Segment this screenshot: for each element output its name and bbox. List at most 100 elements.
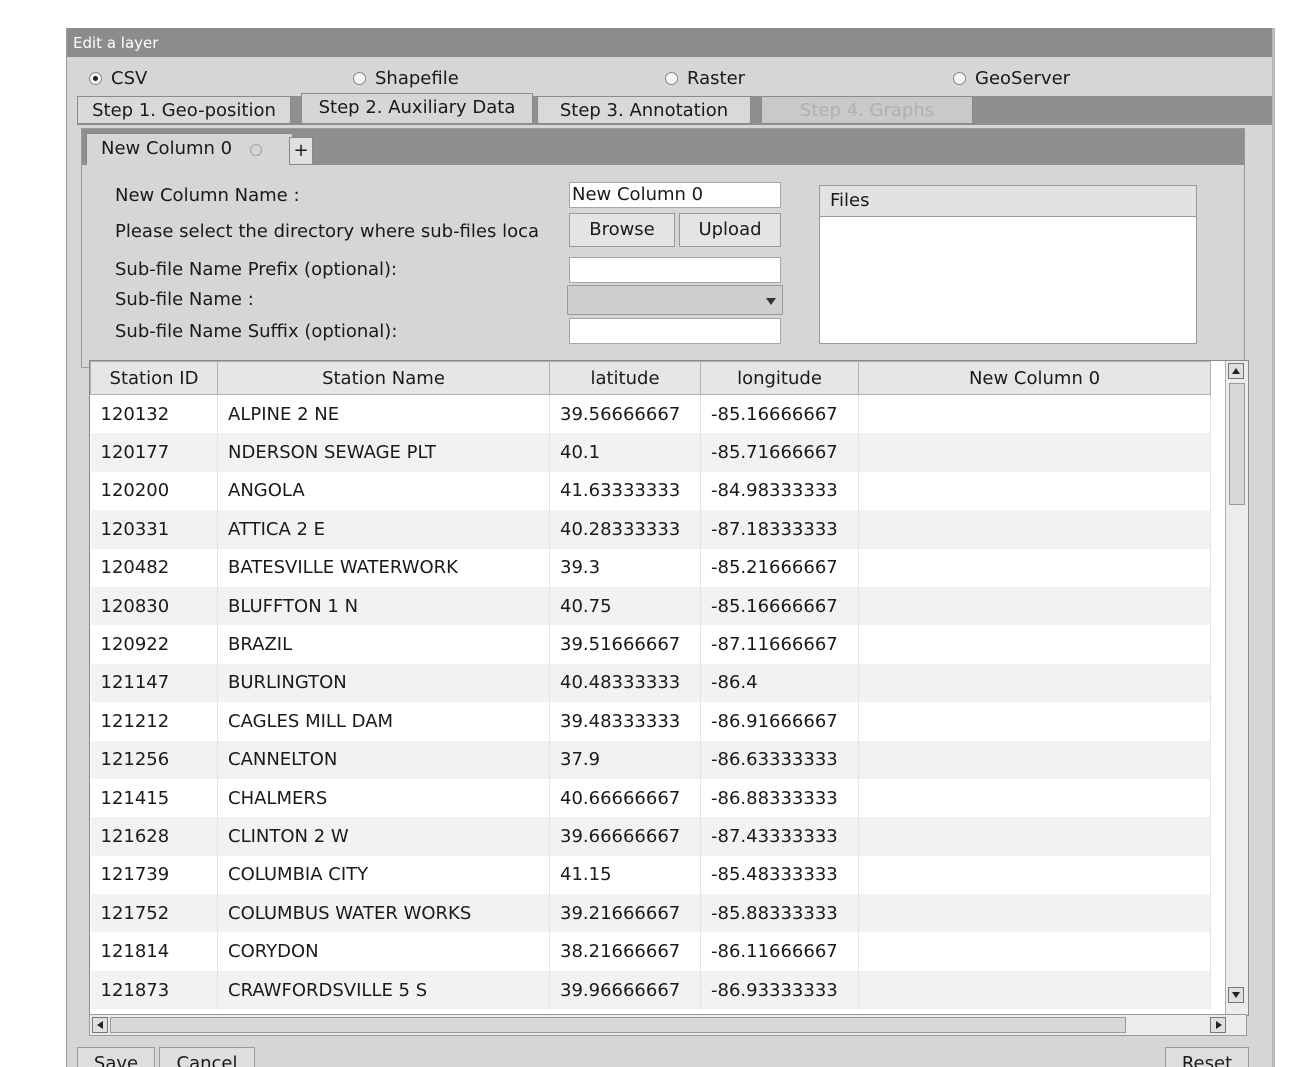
table-cell[interactable]: [858, 433, 1211, 472]
table-cell[interactable]: CAGLES MILL DAM: [217, 702, 550, 741]
table-cell[interactable]: -86.93333333: [700, 970, 859, 1010]
table-cell[interactable]: -86.63333333: [700, 740, 859, 779]
table-cell[interactable]: [858, 932, 1211, 971]
table-cell[interactable]: 121256: [90, 740, 218, 779]
table-cell[interactable]: [858, 970, 1211, 1010]
table-cell[interactable]: -87.18333333: [700, 510, 859, 549]
table-cell[interactable]: -85.21666667: [700, 548, 859, 587]
radio-csv[interactable]: CSV: [89, 68, 147, 89]
table-cell[interactable]: 120482: [90, 548, 218, 587]
table-cell[interactable]: 39.51666667: [549, 625, 701, 664]
column-header[interactable]: longitude: [700, 361, 859, 395]
table-row[interactable]: 120922 BRAZIL 39.51666667 -87.11666667: [90, 625, 1211, 664]
table-cell[interactable]: [858, 663, 1211, 703]
radio-raster[interactable]: Raster: [665, 68, 745, 89]
scroll-up-button[interactable]: [1228, 363, 1244, 379]
table-cell[interactable]: 40.66666667: [549, 778, 701, 818]
tab-step-1[interactable]: Step 1. Geo-position: [77, 96, 291, 124]
table-cell[interactable]: -86.11666667: [700, 932, 859, 971]
table-cell[interactable]: 121147: [90, 663, 218, 703]
table-cell[interactable]: COLUMBIA CITY: [217, 855, 550, 895]
radio-shapefile[interactable]: Shapefile: [353, 68, 459, 89]
table-cell[interactable]: CLINTON 2 W: [217, 817, 550, 856]
table-row[interactable]: 120200 ANGOLA 41.63333333 -84.98333333: [90, 471, 1211, 511]
horizontal-scroll-thumb[interactable]: [110, 1017, 1126, 1033]
table-cell[interactable]: -85.71666667: [700, 433, 859, 472]
table-cell[interactable]: [858, 855, 1211, 895]
table-cell[interactable]: 120331: [90, 510, 218, 549]
scroll-left-button[interactable]: [92, 1017, 108, 1033]
table-cell[interactable]: 40.1: [549, 433, 701, 472]
column-header[interactable]: latitude: [549, 361, 701, 395]
table-row[interactable]: 120830 BLUFFTON 1 N 40.75 -85.16666667: [90, 586, 1211, 626]
table-cell[interactable]: 121739: [90, 855, 218, 895]
table-cell[interactable]: [858, 702, 1211, 741]
table-cell[interactable]: [858, 740, 1211, 779]
table-cell[interactable]: 39.48333333: [549, 702, 701, 741]
table-cell[interactable]: 39.21666667: [549, 894, 701, 933]
files-list[interactable]: Files: [819, 185, 1197, 344]
tab-step-3[interactable]: Step 3. Annotation: [537, 96, 751, 124]
cancel-button[interactable]: Cancel: [159, 1047, 255, 1067]
table-cell[interactable]: 40.48333333: [549, 663, 701, 703]
column-header[interactable]: Station ID: [90, 361, 218, 395]
table-row[interactable]: 121873 CRAWFORDSVILLE 5 S 39.96666667 -86.9…: [90, 970, 1211, 1010]
table-row[interactable]: 121256 CANNELTON 37.9 -86.63333333: [90, 740, 1211, 779]
tab-new-column-0[interactable]: New Column 0: [86, 133, 293, 165]
radio-geoserver[interactable]: GeoServer: [953, 68, 1070, 89]
table-row[interactable]: 120482 BATESVILLE WATERWORK 39.3 -85.216666…: [90, 548, 1211, 587]
vertical-scrollbar[interactable]: [1225, 361, 1248, 1015]
table-cell[interactable]: 41.63333333: [549, 471, 701, 511]
table-cell[interactable]: CORYDON: [217, 932, 550, 971]
table-cell[interactable]: 40.28333333: [549, 510, 701, 549]
table-cell[interactable]: 39.96666667: [549, 970, 701, 1010]
table-cell[interactable]: 39.3: [549, 548, 701, 587]
upload-button[interactable]: Upload: [679, 213, 781, 247]
table-cell[interactable]: CANNELTON: [217, 740, 550, 779]
table-cell[interactable]: 121415: [90, 778, 218, 818]
table-cell[interactable]: NDERSON SEWAGE PLT: [217, 433, 550, 472]
table-cell[interactable]: 39.66666667: [549, 817, 701, 856]
table-cell[interactable]: 37.9: [549, 740, 701, 779]
table-row[interactable]: 121628 CLINTON 2 W 39.66666667 -87.43333333: [90, 817, 1211, 856]
vertical-scroll-thumb[interactable]: [1229, 383, 1245, 505]
scroll-right-button[interactable]: [1210, 1017, 1226, 1033]
tab-step-2[interactable]: Step 2. Auxiliary Data: [301, 93, 533, 123]
table-row[interactable]: 121212 CAGLES MILL DAM 39.48333333 -86.9166…: [90, 702, 1211, 741]
table-cell[interactable]: COLUMBUS WATER WORKS: [217, 894, 550, 933]
table-row[interactable]: 121739 COLUMBIA CITY 41.15 -85.48333333: [90, 855, 1211, 895]
table-cell[interactable]: ALPINE 2 NE: [217, 394, 550, 434]
table-cell[interactable]: 121873: [90, 970, 218, 1010]
table-cell[interactable]: 38.21666667: [549, 932, 701, 971]
table-cell[interactable]: 120830: [90, 586, 218, 626]
add-column-button[interactable]: +: [289, 137, 313, 165]
reset-button[interactable]: Reset: [1165, 1047, 1249, 1067]
table-cell[interactable]: [858, 548, 1211, 587]
scroll-down-button[interactable]: [1228, 987, 1244, 1003]
table-cell[interactable]: -87.43333333: [700, 817, 859, 856]
table-cell[interactable]: ATTICA 2 E: [217, 510, 550, 549]
table-cell[interactable]: -84.98333333: [700, 471, 859, 511]
table-cell[interactable]: 120200: [90, 471, 218, 511]
table-cell[interactable]: CHALMERS: [217, 778, 550, 818]
table-cell[interactable]: -86.88333333: [700, 778, 859, 818]
table-cell[interactable]: BLUFFTON 1 N: [217, 586, 550, 626]
table-cell[interactable]: -85.16666667: [700, 586, 859, 626]
table-row[interactable]: 121415 CHALMERS 40.66666667 -86.88333333: [90, 778, 1211, 818]
table-cell[interactable]: -87.11666667: [700, 625, 859, 664]
title-bar[interactable]: Edit a layer: [67, 28, 1273, 57]
table-row[interactable]: 121752 COLUMBUS WATER WORKS 39.21666667 -85…: [90, 894, 1211, 933]
table-cell[interactable]: -85.88333333: [700, 894, 859, 933]
table-cell[interactable]: -85.48333333: [700, 855, 859, 895]
table-cell[interactable]: 121752: [90, 894, 218, 933]
table-cell[interactable]: BURLINGTON: [217, 663, 550, 703]
browse-button[interactable]: Browse: [569, 213, 675, 247]
table-cell[interactable]: 121212: [90, 702, 218, 741]
table-row[interactable]: 121814 CORYDON 38.21666667 -86.11666667: [90, 932, 1211, 971]
column-name-input[interactable]: New Column 0: [569, 182, 781, 208]
subfile-name-select[interactable]: [567, 285, 783, 315]
table-cell[interactable]: -85.16666667: [700, 394, 859, 434]
prefix-input[interactable]: [569, 257, 781, 283]
table-cell[interactable]: -86.4: [700, 663, 859, 703]
column-header[interactable]: Station Name: [217, 361, 550, 395]
